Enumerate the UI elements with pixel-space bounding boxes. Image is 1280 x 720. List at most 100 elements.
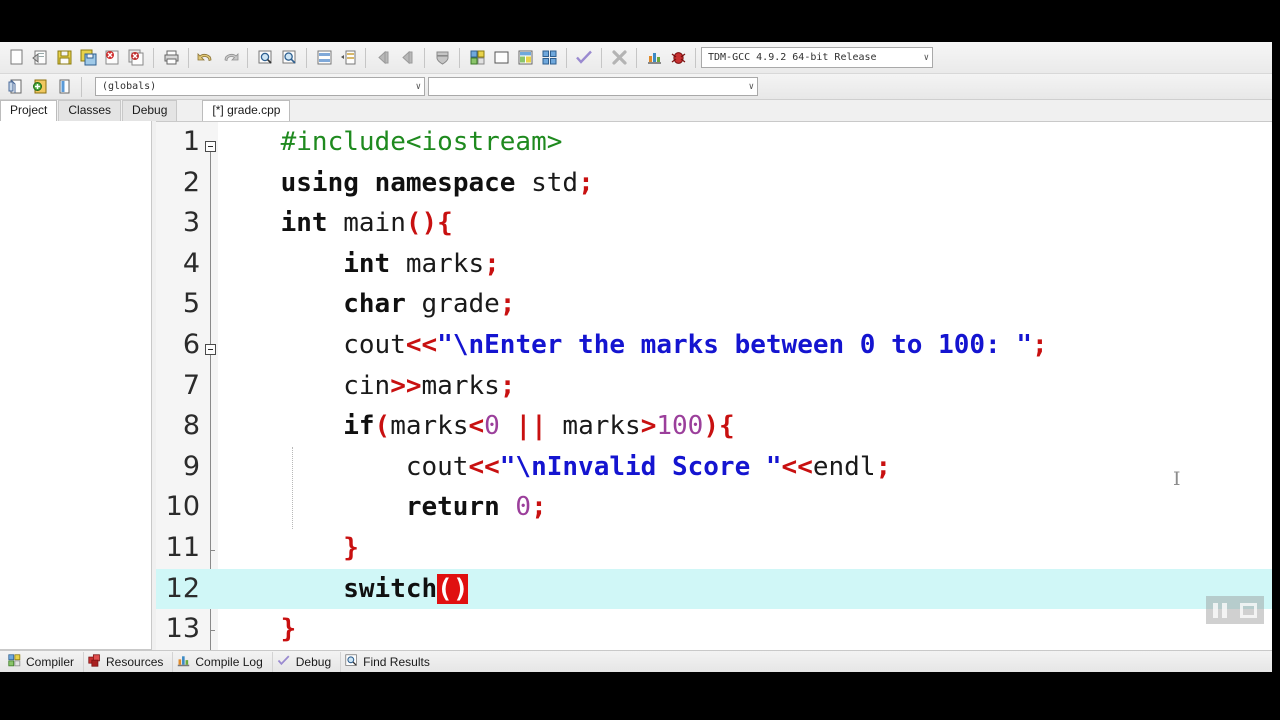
code-token: std	[515, 167, 579, 198]
compile-log-icon	[177, 654, 190, 670]
symbol-dropdown[interactable]: ∨	[428, 77, 758, 96]
new-project-icon[interactable]	[5, 76, 27, 98]
code-line[interactable]: 3 int main(){	[156, 203, 1272, 244]
code-line[interactable]: 6 cout<<"\nEnter the marks between 0 to …	[156, 325, 1272, 366]
toolbar-separator	[566, 47, 567, 68]
code-line[interactable]: 2 using namespace std;	[156, 163, 1272, 204]
code-token: marks	[421, 370, 500, 401]
profile-icon[interactable]	[643, 47, 665, 69]
bottom-tab-resources[interactable]: Resources	[84, 651, 174, 672]
add-to-project-icon[interactable]	[29, 76, 51, 98]
code-token: if	[343, 411, 375, 442]
close-all-icon[interactable]	[125, 47, 147, 69]
code-line[interactable]: 5 char grade;	[156, 284, 1272, 325]
bottom-panel-tabs: Compiler Resources Compile Log Debug Fin…	[0, 650, 1272, 672]
replace-icon[interactable]	[278, 47, 300, 69]
code-token: 0	[484, 411, 500, 442]
line-text: return 0;	[218, 487, 1272, 528]
close-file-icon[interactable]	[101, 47, 123, 69]
code-token: ;	[484, 248, 500, 279]
forward-icon[interactable]	[396, 47, 418, 69]
code-token: }	[280, 614, 297, 645]
scope-dropdown[interactable]: (globals) ∨	[95, 77, 425, 96]
bottom-tab-compiler[interactable]: Compiler	[4, 651, 85, 672]
line-number: 7	[182, 369, 200, 401]
line-number: 11	[165, 531, 200, 563]
code-token: #include<iostream>	[280, 127, 563, 157]
compile-icon[interactable]	[466, 47, 488, 69]
project-panel[interactable]	[0, 121, 152, 650]
sidebar-tab-project[interactable]: Project	[0, 100, 58, 121]
code-token: >	[640, 411, 657, 442]
code-token: "\nEnter the marks between 0 to 100: "	[437, 329, 1032, 360]
rebuild-all-icon[interactable]	[538, 47, 560, 69]
editor-tab-grade-cpp[interactable]: [*] grade.cpp	[202, 100, 291, 121]
pause-button[interactable]	[1212, 602, 1227, 618]
code-line[interactable]: 4 int marks;	[156, 244, 1272, 285]
debug-icon[interactable]	[667, 47, 689, 69]
line-number: 8	[182, 410, 200, 442]
print-icon[interactable]	[160, 47, 182, 69]
open-file-icon[interactable]	[29, 47, 51, 69]
bottom-tab-debug[interactable]: Debug	[273, 651, 342, 672]
new-file-icon[interactable]	[5, 47, 27, 69]
redo-icon[interactable]	[219, 47, 241, 69]
code-line[interactable]: 10 return 0;	[156, 487, 1272, 528]
bottom-tab-compile-log[interactable]: Compile Log	[173, 651, 273, 672]
line-number: 5	[182, 288, 200, 320]
toolbar-separator	[247, 47, 248, 68]
code-editor[interactable]: 1 #include<iostream> 2 using namespace st…	[156, 121, 1272, 650]
back-icon[interactable]	[372, 47, 394, 69]
screen-root: TDM-GCC 4.9.2 64-bit Release ∨ (globals)…	[0, 0, 1280, 720]
code-line[interactable]: 1 #include<iostream>	[156, 122, 1272, 163]
sidebar-tab-debug[interactable]: Debug	[122, 100, 178, 121]
stop-button[interactable]	[1240, 602, 1258, 618]
sidebar-tab-classes[interactable]: Classes	[58, 100, 122, 121]
code-line[interactable]: 12 switch()	[156, 568, 1272, 610]
toolbar-separator	[601, 47, 602, 68]
code-token: (	[437, 573, 453, 604]
code-token: ||	[515, 411, 547, 442]
code-line[interactable]: 11 }	[156, 528, 1272, 569]
video-letterbox-right	[1272, 0, 1280, 720]
save-all-icon[interactable]	[77, 47, 99, 69]
code-token: (){	[405, 208, 453, 239]
code-token: <<	[468, 451, 500, 482]
toolbar-separator	[695, 47, 696, 68]
indent-icon[interactable]	[337, 47, 359, 69]
code-line[interactable]: 8 if(marks<0 || marks>100){	[156, 406, 1272, 447]
code-token: namespace	[374, 167, 516, 198]
code-token: <<	[781, 451, 813, 482]
code-line[interactable]: 13 }	[156, 609, 1272, 650]
stop-execution-icon[interactable]	[608, 47, 630, 69]
run-icon[interactable]	[490, 47, 512, 69]
code-token: ;	[499, 289, 516, 320]
compiler-icon	[8, 653, 21, 670]
project-options-icon[interactable]	[53, 76, 75, 98]
bottom-tab-find-results[interactable]: Find Results	[341, 652, 439, 672]
code-token: ){	[703, 411, 735, 442]
code-token: cout	[343, 329, 406, 360]
syntax-check-icon[interactable]	[573, 47, 595, 69]
video-letterbox-top	[0, 0, 1280, 42]
code-line[interactable]: 7 cin>>marks;	[156, 366, 1272, 407]
code-token: int	[280, 208, 328, 239]
undo-icon[interactable]	[195, 47, 217, 69]
video-player-controls[interactable]	[1206, 596, 1264, 624]
save-file-icon[interactable]	[53, 47, 75, 69]
code-token: 100	[656, 411, 704, 442]
compile-run-icon[interactable]	[514, 47, 536, 69]
shield-icon[interactable]	[431, 47, 453, 69]
goto-line-icon[interactable]	[313, 47, 335, 69]
code-token: (	[374, 411, 391, 442]
line-text: using namespace std;	[218, 163, 1272, 204]
code-token: ;	[531, 492, 547, 523]
find-icon[interactable]	[254, 47, 276, 69]
compiler-set-dropdown[interactable]: TDM-GCC 4.9.2 64-bit Release ∨	[701, 47, 933, 68]
code-line[interactable]: 9 cout<<"\nInvalid Score "<<endl;	[156, 447, 1272, 488]
project-toolbar: (globals) ∨ ∨	[0, 74, 1272, 100]
